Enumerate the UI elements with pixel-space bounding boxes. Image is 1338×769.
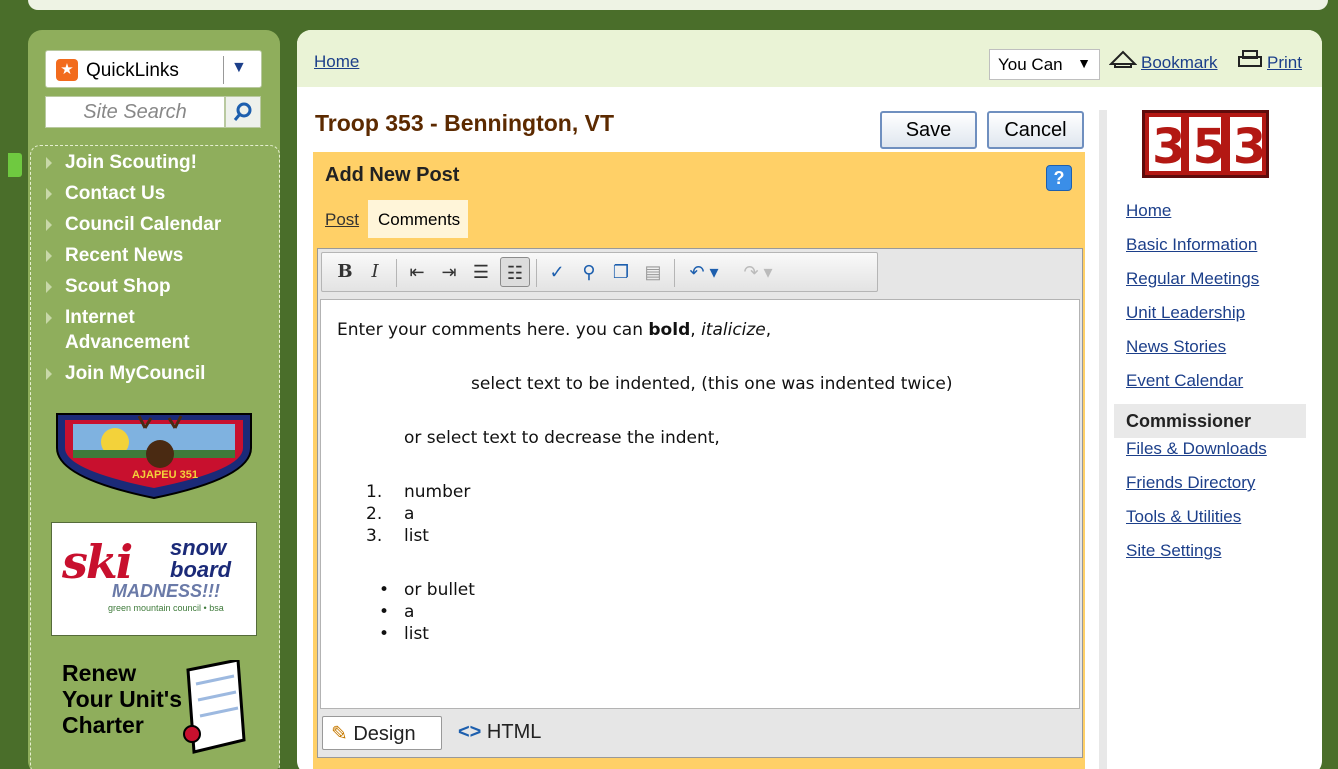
- numbered-list-icon[interactable]: ☰: [466, 257, 496, 287]
- nav-council-calendar[interactable]: Council Calendar: [44, 212, 274, 237]
- ski-snowboard-promo[interactable]: ski snow board MADNESS!!! green mountain…: [51, 522, 257, 636]
- edit-tab-icon[interactable]: [8, 153, 22, 177]
- triangle-bullet-icon: [46, 250, 52, 262]
- printer-icon: [1238, 50, 1262, 67]
- rnav-news-stories[interactable]: News Stories: [1126, 336, 1306, 370]
- bookmark-link[interactable]: Bookmark: [1108, 50, 1218, 73]
- indent-icon[interactable]: ⇥: [434, 257, 464, 287]
- list-item: list: [404, 624, 429, 644]
- page-title: Troop 353 - Bennington, VT: [315, 110, 614, 136]
- paste-icon[interactable]: ▤: [638, 257, 668, 287]
- find-icon[interactable]: ⚲: [574, 257, 604, 287]
- nav-join-scouting[interactable]: Join Scouting!: [44, 150, 274, 175]
- search-button[interactable]: [225, 96, 261, 128]
- breadcrumb-home-link[interactable]: Home: [314, 52, 359, 72]
- promo-snowboard-text: snow board: [170, 535, 232, 582]
- left-nav: Join Scouting! Contact Us Council Calend…: [44, 150, 274, 392]
- tab-comments[interactable]: Comments: [368, 200, 468, 238]
- charter-document-icon: [183, 660, 246, 754]
- you-can-dropdown[interactable]: You Can ▼: [989, 49, 1100, 80]
- print-link[interactable]: Print: [1237, 50, 1302, 73]
- outdent-icon[interactable]: ⇤: [402, 257, 432, 287]
- caret-down-icon: ▼: [1077, 55, 1091, 71]
- nav-internet-advancement[interactable]: Internet Advancement: [44, 305, 204, 355]
- nav-contact-us[interactable]: Contact Us: [44, 181, 274, 206]
- quicklinks-label: QuickLinks: [86, 60, 179, 81]
- you-can-value: You Can: [998, 55, 1063, 74]
- right-column-divider: [1099, 110, 1107, 769]
- rnav-files-downloads[interactable]: Files & Downloads: [1126, 438, 1306, 472]
- editor-content-area[interactable]: Enter your comments here. you can bold, …: [320, 299, 1080, 709]
- svg-text:AJAPEU 351: AJAPEU 351: [132, 469, 198, 481]
- undo-icon[interactable]: ↶ ▾: [680, 257, 728, 287]
- triangle-bullet-icon: [46, 188, 52, 200]
- quicklinks-dropdown[interactable]: ★ QuickLinks ▼: [45, 50, 262, 88]
- divider: [223, 56, 224, 84]
- lodge-patch-image[interactable]: AJAPEU 351: [55, 408, 253, 500]
- triangle-bullet-icon: [46, 368, 52, 380]
- divider: [536, 259, 537, 287]
- rnav-home[interactable]: Home: [1126, 200, 1306, 234]
- editor-line-1: Enter your comments here. you can bold, …: [337, 320, 772, 340]
- troop-number-logo: 3 5 3: [1142, 110, 1269, 178]
- nav-recent-news[interactable]: Recent News: [44, 243, 274, 268]
- editor-line-indented-once: or select text to decrease the indent,: [404, 428, 720, 448]
- search-icon: [233, 102, 252, 121]
- rnav-friends-directory[interactable]: Friends Directory: [1126, 472, 1306, 506]
- panel-title: Add New Post: [325, 164, 460, 186]
- rnav-event-calendar[interactable]: Event Calendar: [1126, 370, 1306, 404]
- triangle-bullet-icon: [46, 219, 52, 231]
- rnav-unit-leadership[interactable]: Unit Leadership: [1126, 302, 1306, 336]
- nav-join-mycouncil[interactable]: Join MyCouncil: [44, 361, 274, 386]
- list-item: a: [404, 602, 415, 622]
- breadcrumb: Home You Can ▼ Bookmark Print: [297, 30, 1322, 87]
- add-post-panel: Add New Post ? Post Comments B I ⇤ ⇥ ☰ ☷…: [313, 152, 1085, 769]
- html-mode-tab[interactable]: <> HTML: [458, 721, 541, 744]
- italic-icon[interactable]: I: [360, 257, 390, 287]
- search-input[interactable]: Site Search: [45, 96, 225, 128]
- save-button[interactable]: Save: [880, 111, 977, 149]
- spellcheck-icon[interactable]: ✓: [542, 257, 572, 287]
- list-item: list: [404, 526, 429, 546]
- rnav-tools-utilities[interactable]: Tools & Utilities: [1126, 506, 1306, 540]
- bold-icon[interactable]: B: [330, 257, 360, 287]
- cancel-button[interactable]: Cancel: [987, 111, 1084, 149]
- rnav-site-settings[interactable]: Site Settings: [1126, 540, 1306, 574]
- bookmark-label: Bookmark: [1141, 53, 1218, 72]
- star-icon: ★: [56, 59, 78, 81]
- design-mode-tab[interactable]: ✎ Design: [322, 716, 442, 750]
- list-item: or bullet: [404, 580, 475, 600]
- rich-text-editor: B I ⇤ ⇥ ☰ ☷ ✓ ⚲ ❐ ▤ ↶ ▾ ↷ ▾ Enter your c…: [317, 248, 1083, 758]
- list-item: a: [404, 504, 415, 524]
- print-label: Print: [1267, 53, 1302, 72]
- redo-icon[interactable]: ↷ ▾: [734, 257, 782, 287]
- top-band: [0, 0, 1338, 16]
- help-icon[interactable]: ?: [1046, 165, 1072, 191]
- editor-line-indented-twice: select text to be indented, (this one wa…: [471, 374, 953, 394]
- triangle-bullet-icon: [46, 157, 52, 169]
- pencil-icon: ✎: [331, 723, 348, 745]
- rnav-basic-information[interactable]: Basic Information: [1126, 234, 1306, 268]
- right-nav: Home Basic Information Regular Meetings …: [1114, 200, 1306, 574]
- bookmark-icon: [1108, 50, 1138, 68]
- editor-toolbar: B I ⇤ ⇥ ☰ ☷ ✓ ⚲ ❐ ▤ ↶ ▾ ↷ ▾: [321, 252, 878, 292]
- renew-charter-promo[interactable]: Renew Your Unit's Charter: [62, 660, 182, 738]
- triangle-bullet-icon: [46, 281, 52, 293]
- code-icon: <>: [458, 721, 482, 743]
- promo-madness-text: MADNESS!!!: [112, 581, 220, 601]
- chevron-down-icon[interactable]: ▼: [231, 59, 247, 77]
- tab-post[interactable]: Post: [325, 210, 359, 230]
- list-item: number: [404, 482, 471, 502]
- promo-council-text: green mountain council • bsa: [108, 603, 224, 613]
- bullet-list-icon[interactable]: ☷: [500, 257, 530, 287]
- rnav-regular-meetings[interactable]: Regular Meetings: [1126, 268, 1306, 302]
- rnav-commissioner[interactable]: Commissioner: [1114, 404, 1306, 438]
- nav-scout-shop[interactable]: Scout Shop: [44, 274, 274, 299]
- divider: [674, 259, 675, 287]
- divider: [396, 259, 397, 287]
- copy-icon[interactable]: ❐: [606, 257, 636, 287]
- editor-mode-bar: ✎ Design <> HTML: [320, 713, 1080, 755]
- triangle-bullet-icon: [46, 312, 52, 324]
- main-panel: Home You Can ▼ Bookmark Print Troop 353 …: [297, 30, 1322, 769]
